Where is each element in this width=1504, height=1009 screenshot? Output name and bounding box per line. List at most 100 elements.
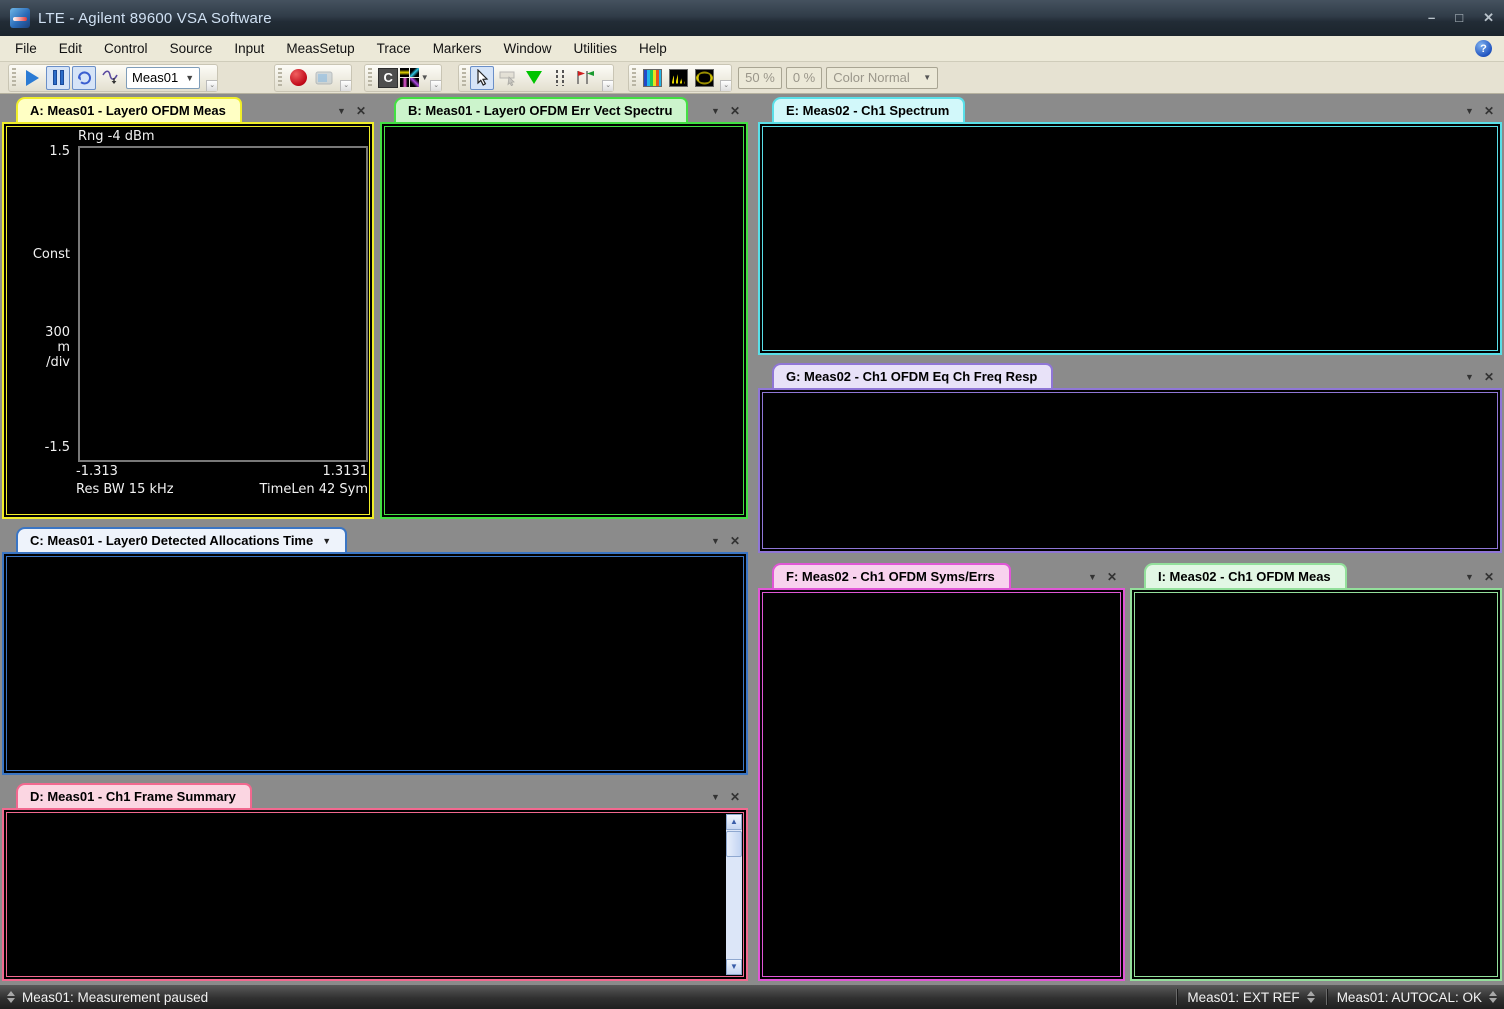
toolbar-overflow-chevron[interactable]: ⌄ (430, 80, 441, 91)
play-icon (26, 70, 39, 86)
measurement-select[interactable]: Meas01 ▼ (126, 67, 200, 89)
menu-file[interactable]: File (4, 38, 48, 59)
flag-markers-button[interactable] (574, 66, 598, 90)
axis-info-left: Res BW 15 kHz (76, 482, 174, 497)
player-icon (315, 71, 333, 85)
restart-icon (76, 69, 93, 86)
toolbar-grip[interactable] (278, 68, 282, 88)
help-icon[interactable]: ? (1475, 40, 1492, 57)
x-zoom-field[interactable]: 50 % (738, 67, 782, 89)
window-F-menu-button[interactable]: ▼ (1088, 572, 1097, 582)
menu-control[interactable]: Control (93, 38, 159, 59)
window-A: A: Meas01 - Layer0 OFDM Meas ▼✕ Rng -4 d… (2, 97, 374, 519)
scroll-up-button[interactable]: ▲ (726, 814, 742, 830)
window-A-close-button[interactable]: ✕ (356, 104, 366, 118)
window-C-tab[interactable]: C: Meas01 - Layer0 Detected Allocations … (16, 527, 347, 552)
close-button[interactable]: ✕ (1483, 10, 1494, 26)
window-E-close-button[interactable]: ✕ (1484, 104, 1494, 118)
window-F-tab[interactable]: F: Meas02 - Ch1 OFDM Syms/Errs (772, 563, 1011, 588)
restart-button[interactable] (72, 66, 96, 90)
menu-markers[interactable]: Markers (422, 38, 493, 59)
toolbar-grip[interactable] (368, 68, 372, 88)
frame-summary-scrollbar[interactable]: ▲ ▼ (726, 814, 742, 975)
window-E-tab[interactable]: E: Meas02 - Ch1 Spectrum (772, 97, 965, 122)
window-I-menu-button[interactable]: ▼ (1465, 572, 1474, 582)
player-button[interactable] (312, 66, 336, 90)
window-G-title: G: Meas02 - Ch1 OFDM Eq Ch Freq Resp (786, 369, 1037, 384)
window-B-body (380, 122, 748, 519)
status-ext-ref: Meas01: EXT REF (1187, 990, 1299, 1005)
window-B-tab[interactable]: B: Meas01 - Layer0 OFDM Err Vect Spectru (394, 97, 688, 122)
toolbar-grip[interactable] (632, 68, 636, 88)
maximize-button[interactable]: □ (1455, 10, 1463, 26)
window-G-close-button[interactable]: ✕ (1484, 370, 1494, 384)
menu-source[interactable]: Source (159, 38, 224, 59)
window-C-close-button[interactable]: ✕ (730, 534, 740, 548)
toolbar-overflow-chevron[interactable]: ⌄ (720, 80, 731, 91)
window-C-trace-select-icon[interactable]: ▼ (322, 536, 331, 546)
band-cursor-icon (499, 70, 517, 86)
marker-button[interactable] (522, 66, 546, 90)
toolbar-overflow-chevron[interactable]: ⌄ (602, 80, 613, 91)
y-zoom-field[interactable]: 0 % (786, 67, 822, 89)
spectrum-icon (669, 69, 688, 87)
window-D-tab[interactable]: D: Meas01 - Ch1 Frame Summary (16, 783, 252, 808)
scroll-down-button[interactable]: ▼ (726, 959, 742, 975)
status-measurement: Meas01: Measurement paused (22, 990, 208, 1005)
window-D-menu-button[interactable]: ▼ (711, 792, 720, 802)
record-button[interactable] (286, 66, 310, 90)
window-D-title: D: Meas01 - Ch1 Frame Summary (30, 789, 236, 804)
band-cursor-button[interactable] (496, 66, 520, 90)
menu-input[interactable]: Input (223, 38, 275, 59)
window-E-menu-button[interactable]: ▼ (1465, 106, 1474, 116)
status-spinner[interactable] (1307, 991, 1315, 1003)
spectrogram-view-button[interactable] (640, 66, 664, 90)
color-mode-select[interactable]: Color Normal ▼ (826, 67, 938, 89)
quad-trace-icon (400, 68, 419, 87)
toolbar-grip[interactable] (462, 68, 466, 88)
menu-help[interactable]: Help (628, 38, 678, 59)
minimize-button[interactable]: – (1428, 10, 1435, 26)
window-G-menu-button[interactable]: ▼ (1465, 372, 1474, 382)
menu-trace[interactable]: Trace (366, 38, 422, 59)
window-C-menu-button[interactable]: ▼ (711, 536, 720, 546)
window-B-menu-button[interactable]: ▼ (711, 106, 720, 116)
window-A-menu-button[interactable]: ▼ (337, 106, 346, 116)
eye-diagram-icon (695, 69, 714, 87)
pause-button[interactable] (46, 66, 70, 90)
window-G-tab[interactable]: G: Meas02 - Ch1 OFDM Eq Ch Freq Resp (772, 363, 1053, 388)
window-C-body (2, 552, 748, 775)
spectrum-view-button[interactable] (666, 66, 690, 90)
single-trace-button[interactable]: C (376, 66, 400, 90)
window-A-tab[interactable]: A: Meas01 - Layer0 OFDM Meas (16, 97, 242, 122)
window-B-close-button[interactable]: ✕ (730, 104, 740, 118)
x-zoom-value: 50 % (745, 70, 775, 85)
menu-meassetup[interactable]: MeasSetup (275, 38, 365, 59)
offset-marker-button[interactable] (548, 66, 572, 90)
status-spinner[interactable] (1489, 991, 1497, 1003)
quad-trace-button[interactable]: ▼ (402, 66, 426, 90)
window-F-close-button[interactable]: ✕ (1107, 570, 1117, 584)
toolbar-grip[interactable] (12, 68, 16, 88)
scroll-thumb[interactable] (726, 831, 742, 857)
toolbar-overflow-chevron[interactable]: ⌄ (206, 80, 217, 91)
window-F-title: F: Meas02 - Ch1 OFDM Syms/Errs (786, 569, 995, 584)
window-D-body: ▲ ▼ (2, 808, 748, 981)
window-E: E: Meas02 - Ch1 Spectrum ▼ ✕ (758, 97, 1502, 355)
status-spinner[interactable] (7, 991, 15, 1003)
spectrogram-icon (643, 69, 662, 87)
menu-utilities[interactable]: Utilities (562, 38, 628, 59)
menu-edit[interactable]: Edit (48, 38, 93, 59)
window-I-close-button[interactable]: ✕ (1484, 570, 1494, 584)
chevron-down-icon: ▼ (923, 73, 931, 82)
pointer-button[interactable] (470, 66, 494, 90)
window-D-close-button[interactable]: ✕ (730, 790, 740, 804)
plot-A-canvas[interactable] (78, 146, 368, 462)
trigger-button[interactable] (98, 66, 122, 90)
window-B: B: Meas01 - Layer0 OFDM Err Vect Spectru… (380, 97, 748, 519)
play-button[interactable] (20, 66, 44, 90)
eye-diagram-button[interactable] (692, 66, 716, 90)
window-I-tab[interactable]: I: Meas02 - Ch1 OFDM Meas (1144, 563, 1347, 588)
menu-window[interactable]: Window (492, 38, 562, 59)
toolbar-overflow-chevron[interactable]: ⌄ (340, 80, 351, 91)
